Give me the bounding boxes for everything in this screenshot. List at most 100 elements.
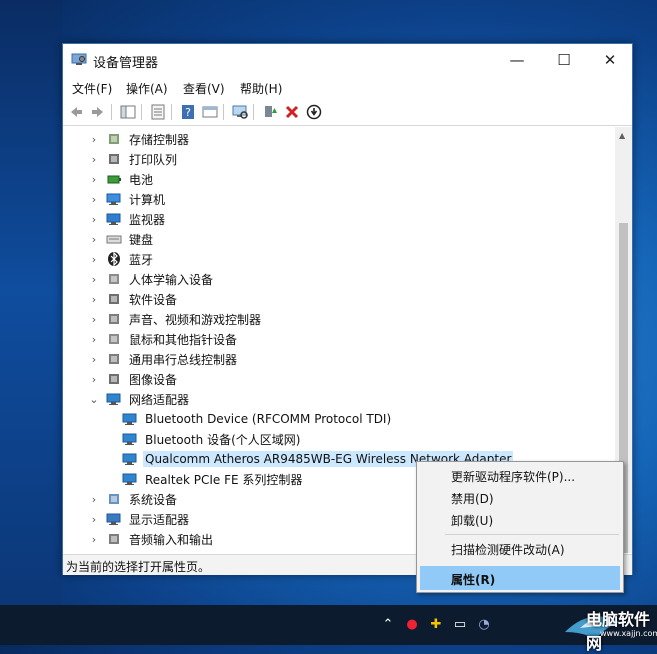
tree-category-item[interactable]: › 键盘 — [89, 229, 155, 249]
tree-child-item[interactable]: Realtek PCIe FE 系列控制器 — [122, 469, 304, 489]
expand-arrow-icon[interactable]: › — [89, 213, 99, 226]
back-button[interactable] — [67, 103, 85, 121]
sound-icon — [106, 311, 122, 327]
ctx-uninstall[interactable]: 卸载(U) — [451, 512, 493, 529]
tree-category-item[interactable]: › 存储控制器 — [89, 129, 191, 149]
print-queue-icon — [106, 151, 122, 167]
tree-category-item[interactable]: › 软件设备 — [89, 289, 179, 309]
context-menu-separator — [445, 534, 619, 535]
tree-item-label: 存储控制器 — [129, 132, 190, 147]
tree-item-label: 监视器 — [129, 212, 166, 227]
title-bar[interactable]: 设备管理器 — ☐ ✕ — [63, 44, 632, 76]
tree-category-item[interactable]: › 打印队列 — [89, 149, 179, 169]
expand-arrow-icon[interactable]: › — [89, 273, 99, 286]
ctx-update-driver[interactable]: 更新驱动程序软件(P)... — [451, 468, 575, 485]
tray-battery-icon[interactable]: ▭ — [452, 617, 468, 633]
expand-arrow-icon[interactable]: › — [89, 373, 99, 386]
tree-category-item[interactable]: › 通用串行总线控制器 — [89, 349, 239, 369]
tree-category-item[interactable]: › 蓝牙 — [89, 249, 155, 269]
back-icon — [71, 107, 82, 117]
menu-file[interactable]: 文件(F) — [72, 80, 112, 97]
expand-arrow-icon[interactable]: › — [89, 533, 99, 546]
expand-arrow-icon[interactable]: › — [89, 353, 99, 366]
help-icon: ? — [182, 105, 194, 119]
close-button[interactable]: ✕ — [587, 44, 633, 76]
disable-button[interactable] — [305, 103, 323, 121]
expand-arrow-icon[interactable]: › — [89, 513, 99, 526]
expand-arrow-icon[interactable]: › — [89, 313, 99, 326]
menu-help[interactable]: 帮助(H) — [240, 80, 282, 97]
tree-category-item[interactable]: › 鼠标和其他指针设备 — [89, 329, 239, 349]
tree-category-item[interactable]: › 计算机 — [89, 189, 167, 209]
minimize-button[interactable]: — — [494, 44, 540, 76]
collapse-arrow-icon[interactable]: ⌄ — [89, 393, 99, 406]
audio-io-icon — [106, 531, 122, 547]
tree-item-label: 电池 — [129, 172, 154, 187]
tree-item-label: 软件设备 — [129, 292, 178, 307]
tree-item-label: 打印队列 — [129, 152, 178, 167]
device-view-button[interactable] — [201, 103, 219, 121]
ctx-disable[interactable]: 禁用(D) — [451, 490, 494, 507]
tree-item-label: Bluetooth 设备(个人区域网) — [145, 432, 301, 447]
tray-network-icon[interactable]: ◔ — [476, 617, 492, 633]
expand-arrow-icon[interactable]: › — [89, 193, 99, 206]
toolbar: ? — [63, 99, 632, 126]
expand-arrow-icon[interactable]: › — [89, 493, 99, 506]
tray-chevron-icon[interactable]: ⌃ — [380, 617, 396, 633]
network-adapter-icon — [106, 391, 122, 407]
tree-category-item[interactable]: ⌄ 网络适配器 — [89, 389, 191, 409]
network-adapter-icon — [122, 431, 138, 447]
context-menu: 更新驱动程序软件(P)... 禁用(D) 卸载(U) 扫描检测硬件改动(A) 属… — [416, 461, 624, 593]
minimize-icon: — — [509, 51, 525, 69]
toolbar-separator — [253, 104, 254, 120]
menu-view[interactable]: 查看(V) — [183, 80, 225, 97]
status-text: 为当前的选择打开属性页。 — [66, 560, 211, 574]
forward-button[interactable] — [89, 103, 107, 121]
scan-hardware-button[interactable] — [231, 103, 249, 121]
uninstall-button[interactable] — [283, 103, 301, 121]
device-manager-app-icon — [71, 53, 87, 65]
svg-text:?: ? — [185, 106, 191, 119]
desktop-background — [0, 0, 62, 645]
tree-category-item[interactable]: › 人体学输入设备 — [89, 269, 215, 289]
show-hide-tree-button[interactable] — [119, 103, 137, 121]
scroll-up-icon[interactable]: ▲ — [619, 131, 625, 140]
tree-category-item[interactable]: › 系统设备 — [89, 489, 179, 509]
tree-category-item[interactable]: › 显示适配器 — [89, 509, 191, 529]
camera-icon — [106, 371, 122, 387]
maximize-button[interactable]: ☐ — [541, 44, 587, 76]
system-device-icon — [106, 491, 122, 507]
expand-arrow-icon[interactable]: › — [89, 293, 99, 306]
expand-arrow-icon[interactable]: › — [89, 333, 99, 346]
expand-arrow-icon[interactable]: › — [89, 253, 99, 266]
tree-category-item[interactable]: › 图像设备 — [89, 369, 179, 389]
expand-arrow-icon[interactable]: › — [89, 173, 99, 186]
expand-arrow-icon[interactable]: › — [89, 233, 99, 246]
tree-child-item[interactable]: Bluetooth Device (RFCOMM Protocol TDI) — [122, 409, 393, 429]
tree-category-item[interactable]: › 声音、视频和游戏控制器 — [89, 309, 263, 329]
properties-button[interactable] — [149, 103, 167, 121]
tree-item-label: 鼠标和其他指针设备 — [129, 332, 238, 347]
tree-item-label: 网络适配器 — [129, 392, 190, 407]
help-button[interactable]: ? — [179, 103, 197, 121]
scan-hardware-icon — [232, 105, 248, 119]
forward-icon — [92, 107, 103, 117]
tray-security-icon[interactable]: ✚ — [428, 617, 444, 633]
tree-item-label: 蓝牙 — [129, 252, 154, 267]
keyboard-icon — [106, 231, 122, 247]
tree-category-item[interactable]: › 电池 — [89, 169, 155, 189]
tray-app-icon[interactable]: ● — [404, 617, 420, 633]
menu-action[interactable]: 操作(A) — [126, 80, 168, 97]
tree-item-label: 音频输入和输出 — [129, 532, 214, 547]
toolbar-separator — [223, 104, 224, 120]
ctx-properties[interactable]: 属性(R) — [451, 571, 495, 588]
tree-category-item[interactable]: › 监视器 — [89, 209, 167, 229]
expand-arrow-icon[interactable]: › — [89, 153, 99, 166]
device-view-icon — [202, 106, 218, 118]
expand-arrow-icon[interactable]: › — [89, 133, 99, 146]
ctx-scan-hardware[interactable]: 扫描检测硬件改动(A) — [451, 541, 565, 558]
toolbar-separator — [141, 104, 142, 120]
tree-category-item[interactable]: › 音频输入和输出 — [89, 529, 215, 549]
tree-child-item[interactable]: Bluetooth 设备(个人区域网) — [122, 429, 302, 449]
update-driver-button[interactable] — [261, 103, 279, 121]
